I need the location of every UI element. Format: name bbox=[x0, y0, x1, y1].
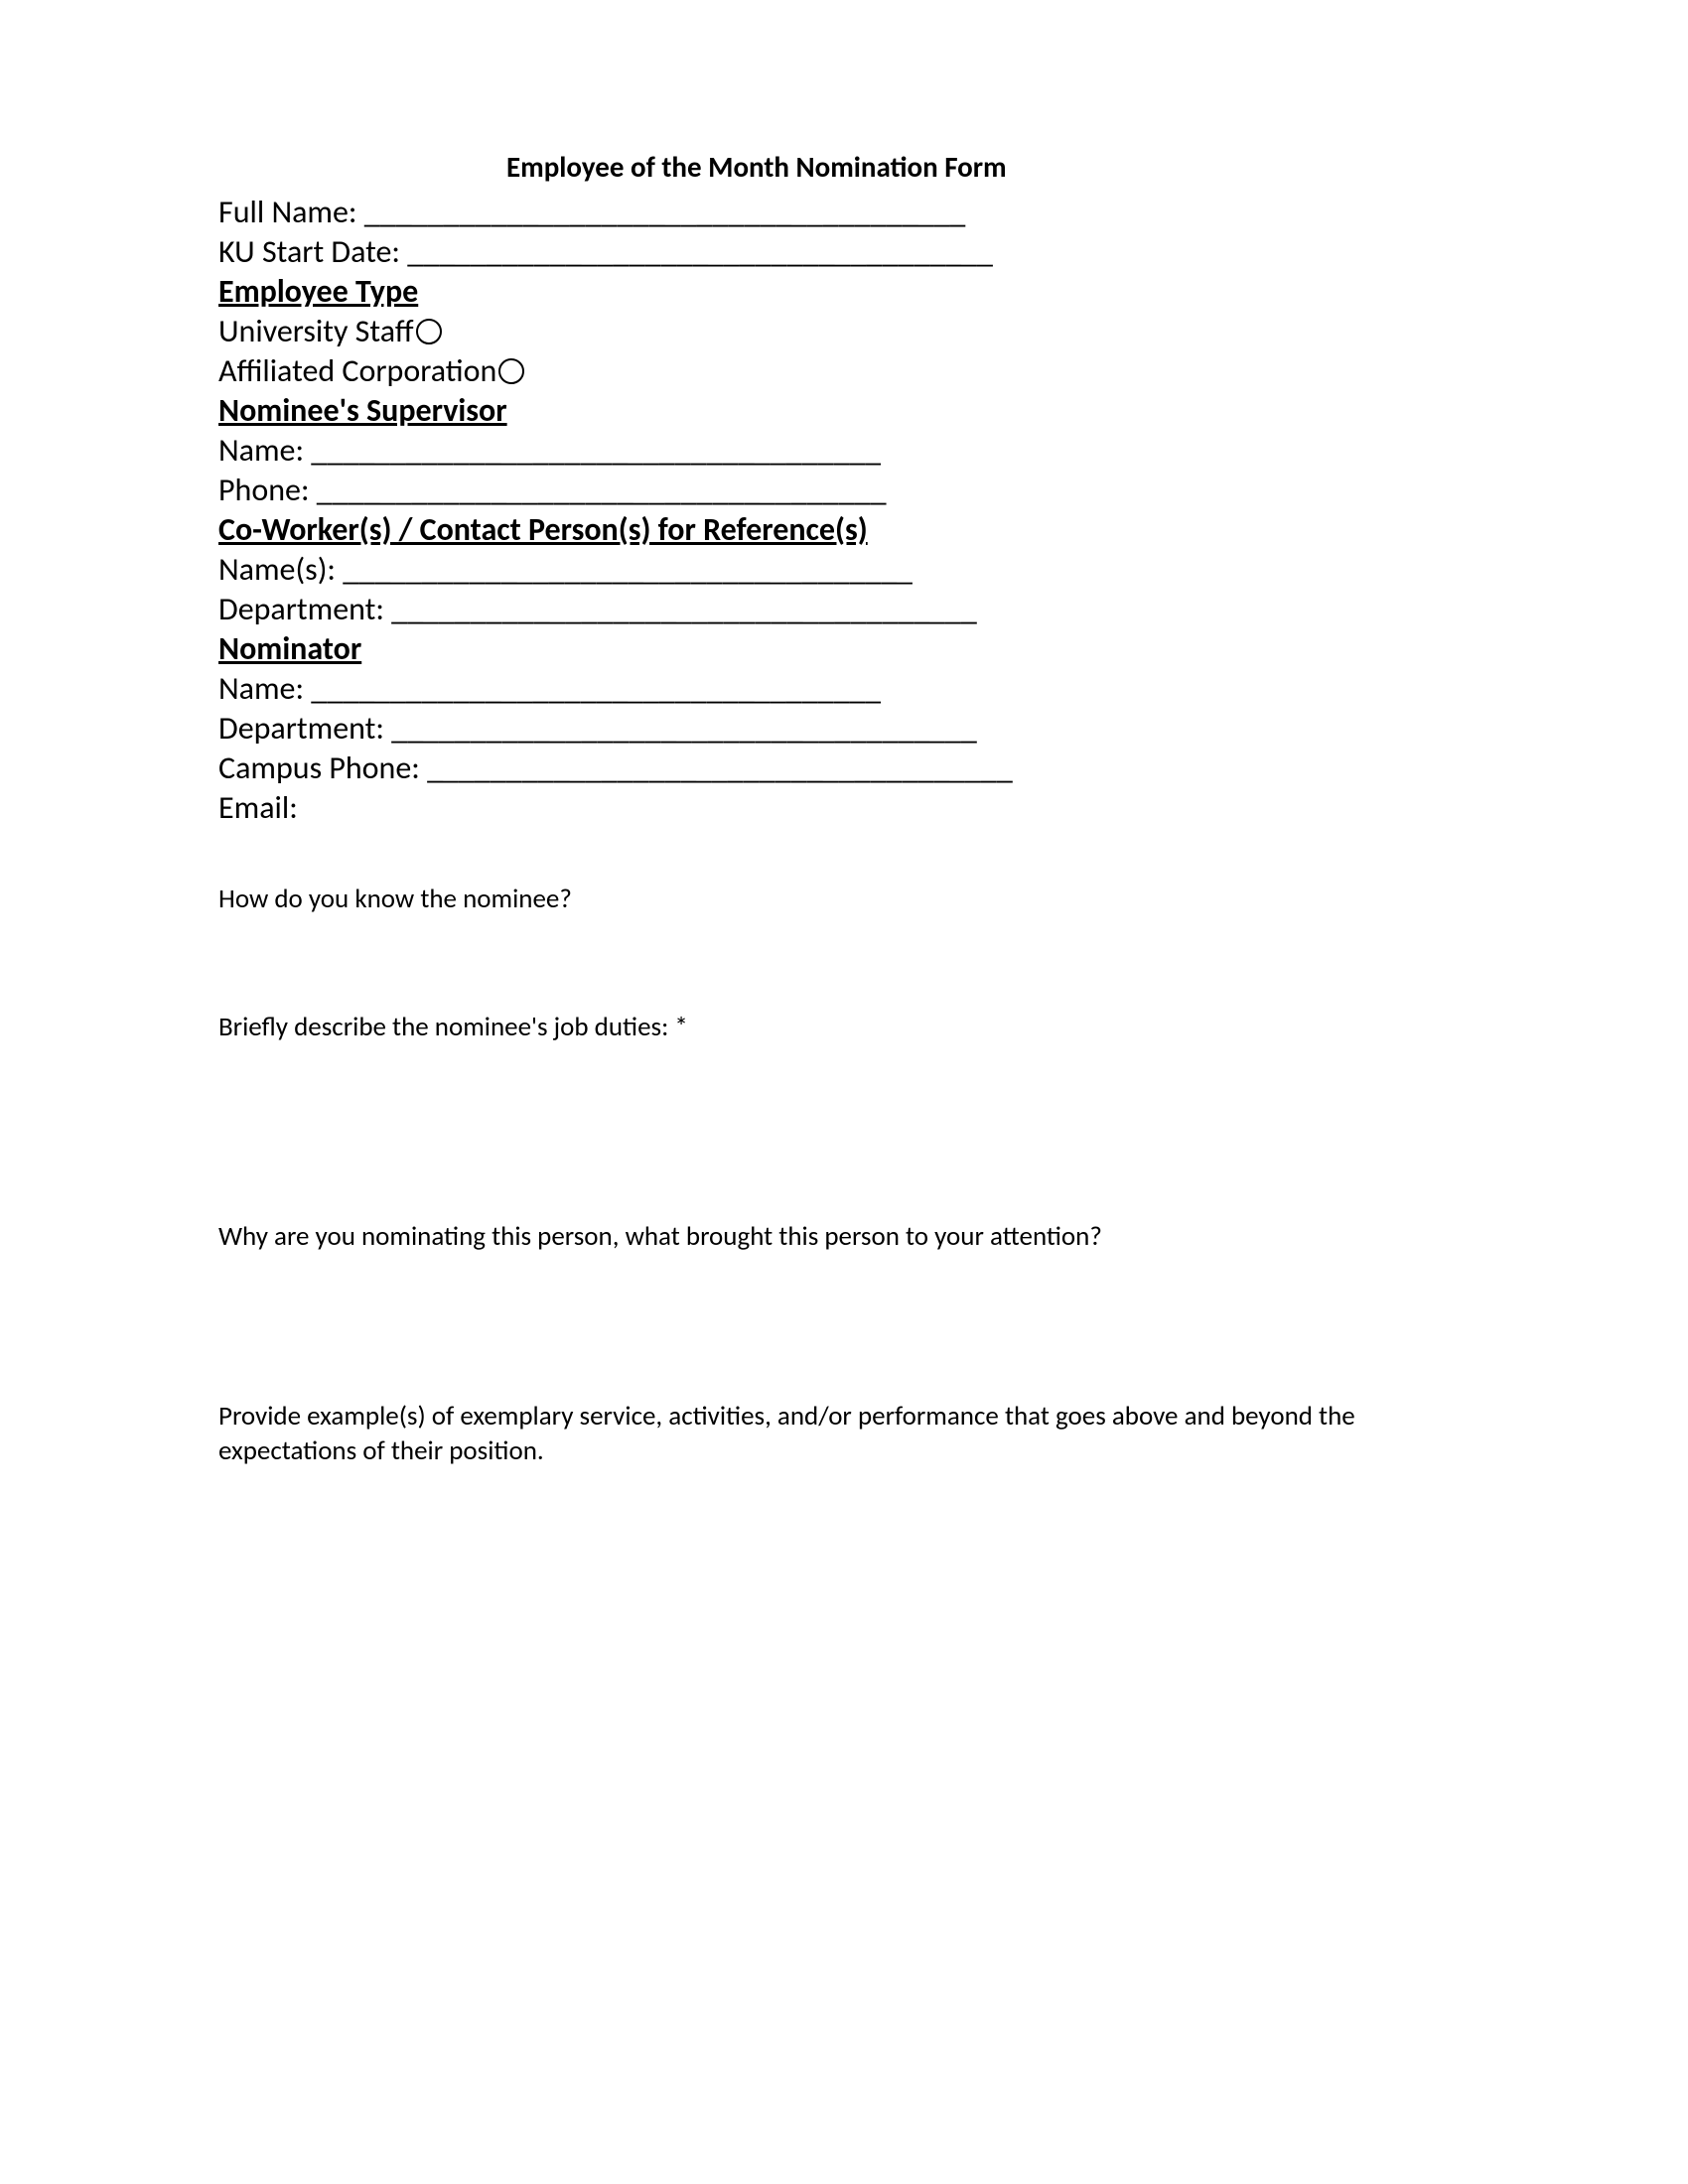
coworker-department-field[interactable]: Department: ____________________________… bbox=[218, 590, 1470, 629]
employee-type-option-university-staff[interactable]: University Staff bbox=[218, 312, 1470, 351]
question-how-know-nominee: How do you know the nominee? bbox=[218, 882, 1470, 916]
question-exemplary-service: Provide example(s) of exemplary service,… bbox=[218, 1399, 1470, 1468]
option-label: University Staff bbox=[218, 312, 414, 351]
supervisor-header: Nominee's Supervisor bbox=[218, 391, 1470, 431]
nominator-campus-phone-field[interactable]: Campus Phone: __________________________… bbox=[218, 749, 1470, 788]
full-name-field[interactable]: Full Name: _____________________________… bbox=[218, 193, 1470, 232]
supervisor-phone-field[interactable]: Phone: _________________________________… bbox=[218, 471, 1470, 510]
option-label: Affiliated Corporation bbox=[218, 351, 496, 391]
question-job-duties: Briefly describe the nominee's job dutie… bbox=[218, 1010, 1470, 1044]
nominator-header: Nominator bbox=[218, 629, 1470, 669]
coworker-names-field[interactable]: Name(s): _______________________________… bbox=[218, 550, 1470, 590]
supervisor-name-field[interactable]: Name: __________________________________… bbox=[218, 431, 1470, 471]
ku-start-date-field[interactable]: KU Start Date: _________________________… bbox=[218, 232, 1470, 272]
nominator-department-field[interactable]: Department: ____________________________… bbox=[218, 709, 1470, 749]
employee-type-option-affiliated-corporation[interactable]: Affiliated Corporation bbox=[218, 351, 1470, 391]
form-title: Employee of the Month Nomination Form bbox=[506, 149, 1470, 185]
question-why-nominating: Why are you nominating this person, what… bbox=[218, 1219, 1470, 1254]
nominator-name-field[interactable]: Name: __________________________________… bbox=[218, 669, 1470, 709]
nominator-email-field[interactable]: Email: bbox=[218, 788, 1470, 828]
coworker-header: Co-Worker(s) / Contact Person(s) for Ref… bbox=[218, 510, 1470, 550]
radio-circle-icon[interactable] bbox=[416, 319, 442, 344]
radio-circle-icon[interactable] bbox=[498, 358, 524, 384]
employee-type-header: Employee Type bbox=[218, 272, 1470, 312]
